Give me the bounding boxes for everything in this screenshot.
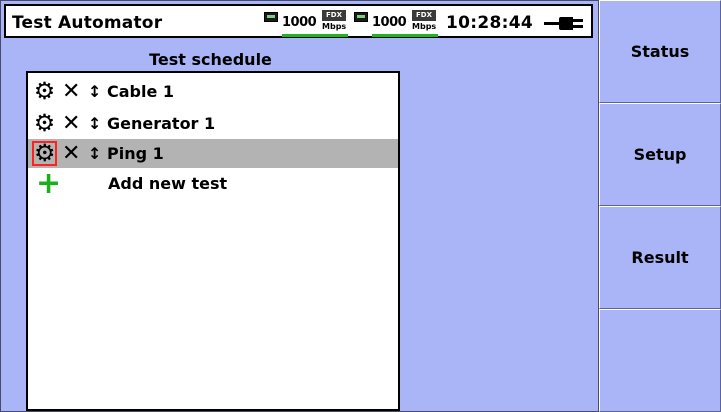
result-button[interactable]: Result: [599, 206, 721, 309]
port-1-link-indicator: [282, 34, 348, 37]
add-test-label: Add new test: [108, 174, 228, 193]
port-2-duplex: FDX: [412, 10, 436, 21]
add-test-item[interactable]: + Add new test: [28, 169, 398, 199]
up-down-arrow-icon[interactable]: ↕: [88, 141, 101, 166]
port-1-duplex: FDX: [322, 10, 346, 21]
status-bar: Test Automator 1000 FDX Mbps 1000 FDX Mb…: [4, 4, 593, 38]
list-item-label: Generator 1: [107, 114, 216, 133]
softkey-panel: Status Setup Result: [599, 0, 721, 412]
status-button[interactable]: Status: [599, 0, 721, 103]
port-2-speed: 1000: [372, 15, 407, 30]
x-icon[interactable]: ✕: [62, 110, 80, 137]
setup-button[interactable]: Setup: [599, 103, 721, 206]
up-down-arrow-icon[interactable]: ↕: [88, 79, 101, 104]
x-icon[interactable]: ✕: [62, 140, 80, 167]
schedule-title: Test schedule: [149, 50, 272, 69]
list-item[interactable]: ⚙ ✕ ↕ Cable 1: [28, 77, 398, 106]
clock: 10:28:44: [446, 13, 533, 33]
port-1-speed: 1000: [282, 15, 317, 30]
up-down-arrow-icon[interactable]: ↕: [88, 111, 101, 136]
list-item-label: Cable 1: [107, 82, 175, 101]
port-1-unit: Mbps: [322, 22, 347, 31]
port-2-unit: Mbps: [412, 22, 437, 31]
gear-icon[interactable]: ⚙: [32, 79, 57, 104]
plus-icon[interactable]: +: [36, 169, 61, 199]
ethernet-port-icon: [264, 12, 278, 22]
port-2-link-indicator: [372, 34, 438, 37]
blank-softkey[interactable]: [599, 309, 721, 412]
test-schedule-list: ⚙ ✕ ↕ Cable 1 ⚙ ✕ ↕ Generator 1 ⚙ ✕ ↕ Pi…: [26, 71, 400, 411]
main-panel: Test Automator 1000 FDX Mbps 1000 FDX Mb…: [0, 0, 599, 412]
gear-icon[interactable]: ⚙: [32, 141, 57, 166]
ac-power-plug-icon: [544, 16, 586, 30]
gear-icon[interactable]: ⚙: [32, 111, 57, 136]
list-item[interactable]: ⚙ ✕ ↕ Generator 1: [28, 109, 398, 138]
list-item-selected[interactable]: ⚙ ✕ ↕ Ping 1: [28, 139, 398, 168]
ethernet-port-icon: [354, 12, 368, 22]
x-icon[interactable]: ✕: [62, 78, 80, 105]
list-item-label: Ping 1: [107, 144, 164, 163]
app-title: Test Automator: [12, 13, 163, 33]
